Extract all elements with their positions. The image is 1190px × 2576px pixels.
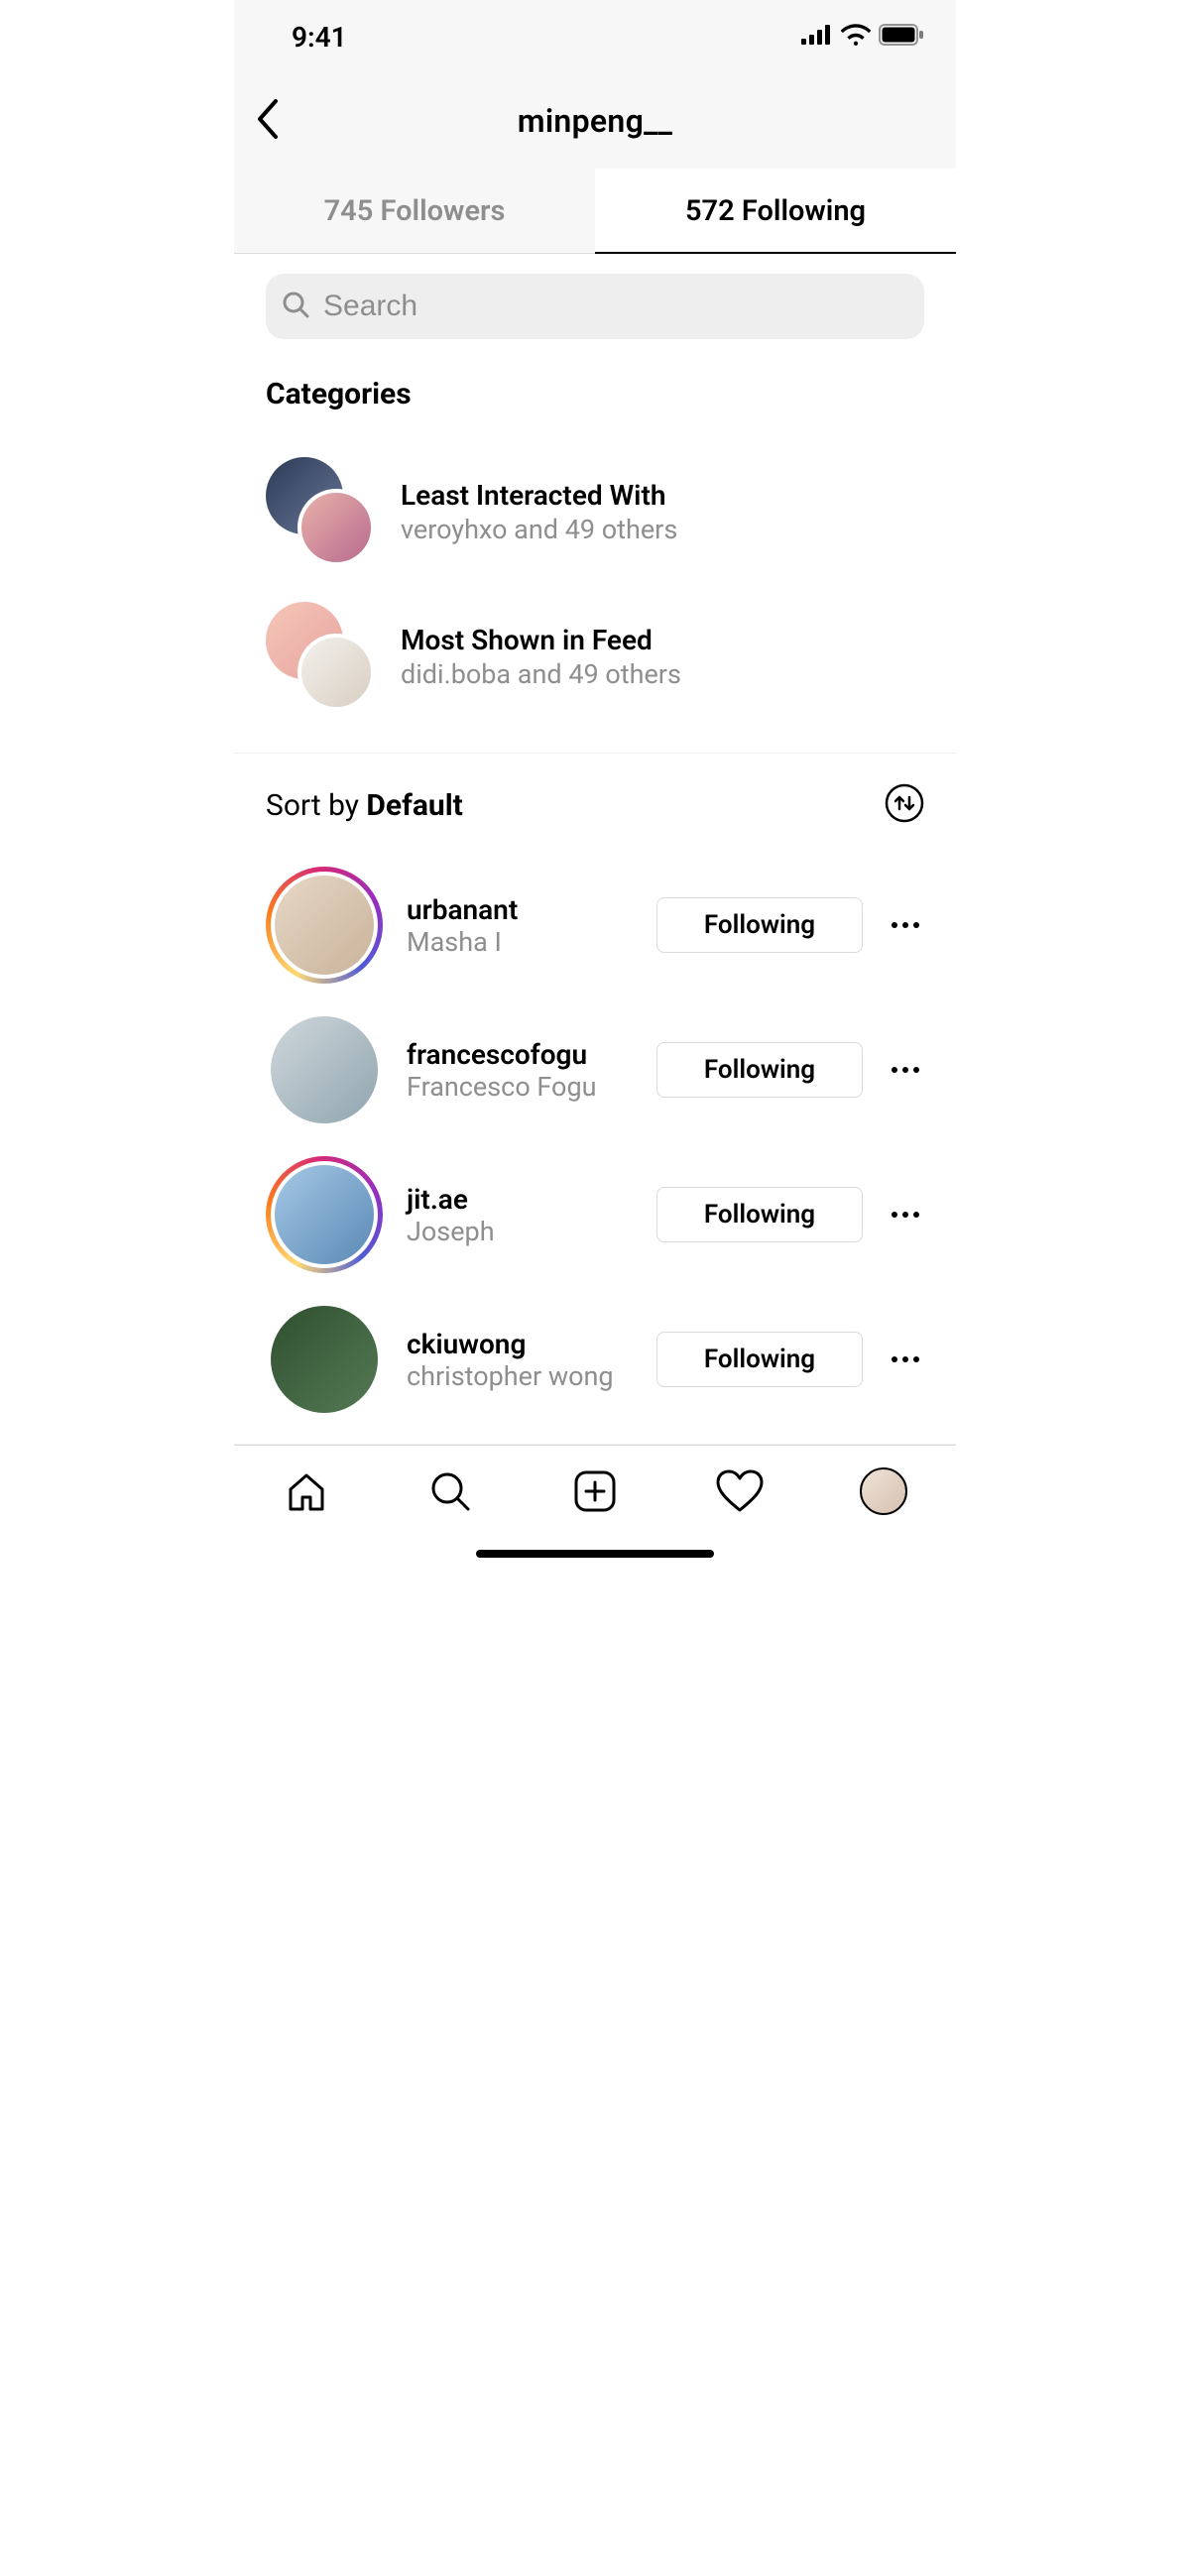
status-icons [801,24,924,50]
category-avatars [266,602,375,711]
avatar[interactable] [266,1156,383,1273]
avatar[interactable] [266,1301,383,1418]
nav-search[interactable] [425,1467,475,1515]
category-subtitle: didi.boba and 49 others [401,658,681,690]
user-row[interactable]: urbanant Masha I Following [234,853,956,997]
category-most-shown[interactable]: Most Shown in Feed didi.boba and 49 othe… [266,584,924,729]
status-bar: 9:41 [234,0,956,73]
header: minpeng__ [234,73,956,169]
nav-create[interactable] [570,1468,620,1514]
tab-following[interactable]: 572 Following [595,169,956,253]
following-button[interactable]: Following [656,1187,863,1242]
back-button[interactable] [254,97,282,145]
user-row[interactable]: francescofogu Francesco Fogu Following [234,997,956,1142]
cellular-icon [801,25,833,49]
more-button[interactable] [887,921,924,929]
following-button[interactable]: Following [656,1042,863,1098]
username: jit.ae [407,1183,633,1216]
avatar[interactable] [266,1011,383,1128]
avatar[interactable] [266,867,383,984]
tabs: 745 Followers 572 Following [234,169,956,254]
more-button[interactable] [887,1211,924,1219]
category-avatars [266,457,375,566]
following-button[interactable]: Following [656,1332,863,1387]
category-title: Least Interacted With [401,479,677,512]
status-time: 9:41 [292,21,347,54]
more-button[interactable] [887,1355,924,1363]
profile-avatar [860,1467,907,1515]
category-least-interacted[interactable]: Least Interacted With veroyhxo and 49 ot… [266,439,924,584]
wifi-icon [841,24,871,50]
nav-home[interactable] [282,1467,331,1515]
display-name: Francesco Fogu [407,1071,633,1103]
user-row[interactable]: jit.ae Joseph Following [234,1142,956,1287]
display-name: Joseph [407,1216,633,1247]
nav-activity[interactable] [715,1468,765,1514]
categories-section: Categories Least Interacted With veroyhx… [234,347,956,753]
username: francescofogu [407,1038,633,1071]
more-button[interactable] [887,1066,924,1074]
category-subtitle: veroyhxo and 49 others [401,514,677,545]
display-name: christopher wong [407,1360,633,1392]
display-name: Masha I [407,926,633,958]
sort-label: Sort by Default [266,788,463,823]
battery-icon [879,24,924,50]
categories-heading: Categories [266,377,924,411]
username: urbanant [407,893,633,926]
search-input[interactable] [323,290,908,323]
search-field[interactable] [266,274,924,339]
user-row[interactable]: ckiuwong christopher wong Following [234,1287,956,1432]
following-button[interactable]: Following [656,897,863,953]
nav-profile[interactable] [859,1467,908,1515]
sort-button[interactable] [885,783,924,827]
page-title: minpeng__ [518,102,673,140]
search-icon [282,291,309,322]
category-title: Most Shown in Feed [401,624,681,656]
username: ckiuwong [407,1328,633,1360]
sort-row: Sort by Default [234,754,956,853]
bottom-nav [234,1445,956,1536]
home-indicator [234,1536,956,1578]
tab-followers[interactable]: 745 Followers [234,169,595,253]
